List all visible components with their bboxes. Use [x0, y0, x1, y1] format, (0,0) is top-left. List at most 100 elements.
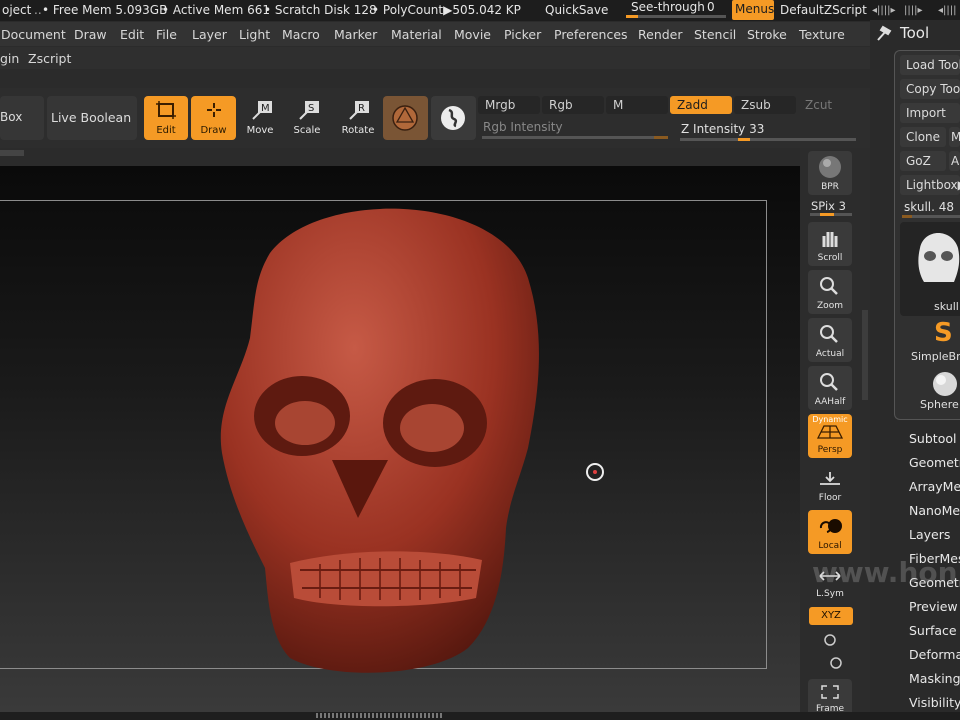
scroll-button[interactable]: Scroll — [808, 222, 852, 266]
sphere-icon — [933, 372, 957, 396]
menu-preferences[interactable]: Preferences — [554, 27, 628, 42]
layout-icon-3[interactable]: ◂|||| — [938, 5, 957, 16]
rgb-button[interactable]: Rgb — [542, 96, 604, 114]
status-bar: oject .. • Free Mem 5.093GB • Active Mem… — [0, 0, 960, 21]
layout-icon-2[interactable]: ||||▸ — [904, 5, 923, 16]
dynamic-label: Dynamic — [812, 415, 848, 424]
hand-icon — [822, 232, 838, 247]
import-button[interactable]: Import — [900, 103, 960, 123]
texture-sphere-icon — [441, 106, 465, 130]
mrgb-button[interactable]: Mrgb — [478, 96, 540, 114]
sphere-thumbnail[interactable]: Sphere — [900, 366, 960, 412]
rotate-button[interactable]: R Rotate — [336, 96, 380, 140]
spix-label[interactable]: SPix 3 — [811, 199, 846, 213]
rgb-intensity-slider[interactable] — [482, 136, 668, 139]
shelf-scroll-handle[interactable] — [0, 150, 24, 156]
menu-edit[interactable]: Edit — [120, 27, 144, 42]
section-layers[interactable]: Layers — [909, 527, 950, 542]
hammer-icon — [877, 25, 892, 41]
zoom-button[interactable]: Zoom — [808, 270, 852, 314]
floor-icon — [820, 472, 840, 485]
copy-tool-button[interactable]: Copy Tool — [900, 79, 960, 99]
menu-marker[interactable]: Marker — [334, 27, 377, 42]
section-geometry[interactable]: Geometry — [909, 455, 960, 470]
menu-stroke[interactable]: Stroke — [747, 27, 787, 42]
menu-plugin[interactable]: gin — [0, 51, 19, 66]
spix-slider[interactable] — [810, 213, 852, 216]
simplebrush-thumbnail[interactable]: S SimpleBr — [900, 318, 960, 364]
xyz-button[interactable]: XYZ — [809, 607, 853, 625]
menu-bar: Document Draw Edit File Layer Light Macr… — [0, 22, 870, 46]
quicksave-button[interactable]: QuickSave — [545, 3, 608, 17]
goz-button[interactable]: GoZ — [900, 151, 946, 171]
clone-button[interactable]: Clone — [900, 127, 946, 147]
svg-text:R: R — [358, 103, 365, 114]
tool-palette-scrollbar[interactable] — [862, 310, 868, 400]
menu-texture[interactable]: Texture — [799, 27, 845, 42]
make-polymesh-button[interactable]: M — [949, 127, 960, 147]
zcut-button[interactable]: Zcut — [798, 96, 860, 114]
menu-document[interactable]: Document — [1, 27, 66, 42]
scale-button[interactable]: S Scale — [286, 96, 328, 140]
tool-slider[interactable] — [902, 215, 960, 218]
layout-icon[interactable]: ◂||||▸ — [872, 5, 896, 16]
load-tool-button[interactable]: Load Tool — [900, 55, 960, 75]
skull-model[interactable] — [210, 198, 550, 683]
current-tool-label[interactable]: skull. 48 — [904, 200, 954, 214]
zsub-button[interactable]: Zsub — [734, 96, 796, 114]
menu-movie[interactable]: Movie — [454, 27, 491, 42]
section-masking[interactable]: Masking — [909, 671, 960, 686]
bottom-tray-handle[interactable] — [0, 712, 960, 720]
section-preview[interactable]: Preview — [909, 599, 958, 614]
section-deformation[interactable]: Deformation — [909, 647, 960, 662]
floor-button[interactable]: Floor — [808, 462, 852, 506]
z-intensity-slider[interactable] — [680, 138, 856, 141]
menu-bar-row2: gin Zscript — [0, 47, 870, 69]
rotate-y-icon[interactable] — [822, 633, 838, 647]
local-button[interactable]: Local — [808, 510, 852, 554]
edit-button[interactable]: Edit — [144, 96, 188, 140]
local-icon — [819, 519, 842, 533]
all-button[interactable]: A — [949, 151, 960, 171]
box-button[interactable]: Box — [0, 96, 44, 140]
menu-zscript[interactable]: Zscript — [28, 51, 71, 66]
menu-render[interactable]: Render — [638, 27, 683, 42]
tool-palette-title[interactable]: Tool — [900, 24, 929, 42]
edit-icon — [156, 101, 176, 119]
move-icon: M — [252, 101, 272, 120]
section-surface[interactable]: Surface — [909, 623, 957, 638]
menu-material[interactable]: Material — [391, 27, 442, 42]
see-through-slider[interactable]: See-through 0 — [624, 0, 728, 20]
menu-light[interactable]: Light — [239, 27, 270, 42]
menus-button[interactable]: Menus — [732, 0, 774, 20]
section-arraymesh[interactable]: ArrayMesh — [909, 479, 960, 494]
script-name[interactable]: DefaultZScript — [780, 3, 867, 17]
scratch-disk: • Scratch Disk 128 — [264, 3, 377, 17]
skull-thumbnail[interactable]: skull — [900, 222, 960, 316]
rotation-pivot-icon — [586, 463, 604, 481]
section-nanomesh[interactable]: NanoMesh — [909, 503, 960, 518]
menu-layer[interactable]: Layer — [192, 27, 227, 42]
actual-button[interactable]: Actual — [808, 318, 852, 362]
menu-picker[interactable]: Picker — [504, 27, 541, 42]
frame-icon — [821, 685, 839, 699]
section-subtool[interactable]: Subtool — [909, 431, 956, 446]
material-button[interactable] — [383, 96, 428, 140]
menu-file[interactable]: File — [156, 27, 177, 42]
live-boolean-button[interactable]: Live Boolean — [47, 96, 137, 140]
project-label: oject — [2, 3, 32, 17]
rotate-z-icon[interactable] — [828, 656, 844, 670]
menu-macro[interactable]: Macro — [282, 27, 320, 42]
bpr-button[interactable]: BPR — [808, 151, 852, 195]
menu-draw[interactable]: Draw — [74, 27, 107, 42]
draw-button[interactable]: Draw — [191, 96, 236, 140]
move-button[interactable]: M Move — [239, 96, 281, 140]
zadd-button[interactable]: Zadd — [670, 96, 732, 114]
menu-stencil[interactable]: Stencil — [694, 27, 736, 42]
section-visibility[interactable]: Visibility — [909, 695, 960, 710]
lightbox-button[interactable]: Lightbox▶ — [900, 175, 960, 195]
persp-button[interactable]: Dynamic Persp — [808, 414, 852, 458]
aahalf-button[interactable]: AAHalf — [808, 366, 852, 410]
texture-button[interactable] — [431, 96, 476, 140]
m-button[interactable]: M — [606, 96, 668, 114]
